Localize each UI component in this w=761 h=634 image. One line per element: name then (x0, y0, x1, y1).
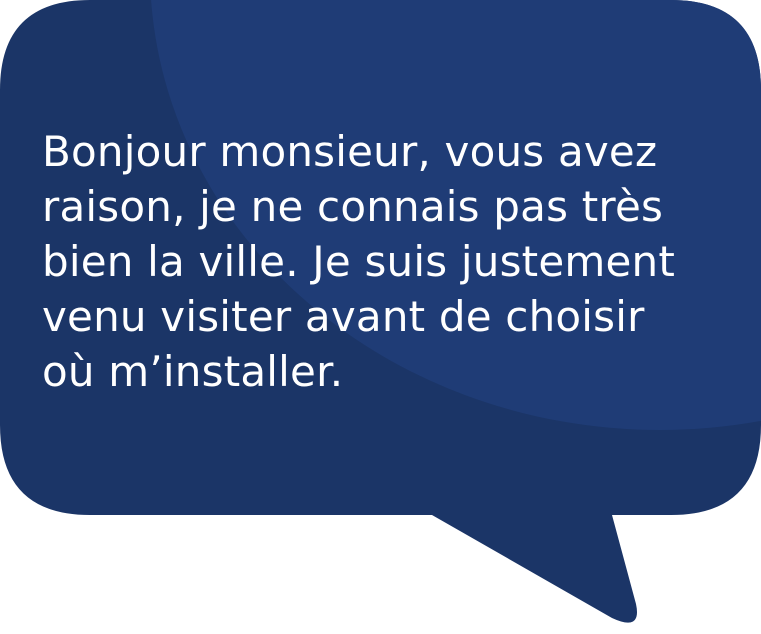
speech-text-line: où m’installer. (42, 347, 344, 396)
speech-text-line: bien la ville. Je suis justement (42, 237, 675, 286)
speech-text-line: raison, je ne connais pas très (42, 182, 664, 231)
speech-text-line: venu visiter avant de choisir (42, 292, 645, 341)
speech-bubble: Bonjour monsieur, vous avez raison, je n… (0, 0, 761, 634)
speech-text: Bonjour monsieur, vous avez raison, je n… (42, 124, 742, 399)
speech-text-line: Bonjour monsieur, vous avez (42, 127, 658, 176)
